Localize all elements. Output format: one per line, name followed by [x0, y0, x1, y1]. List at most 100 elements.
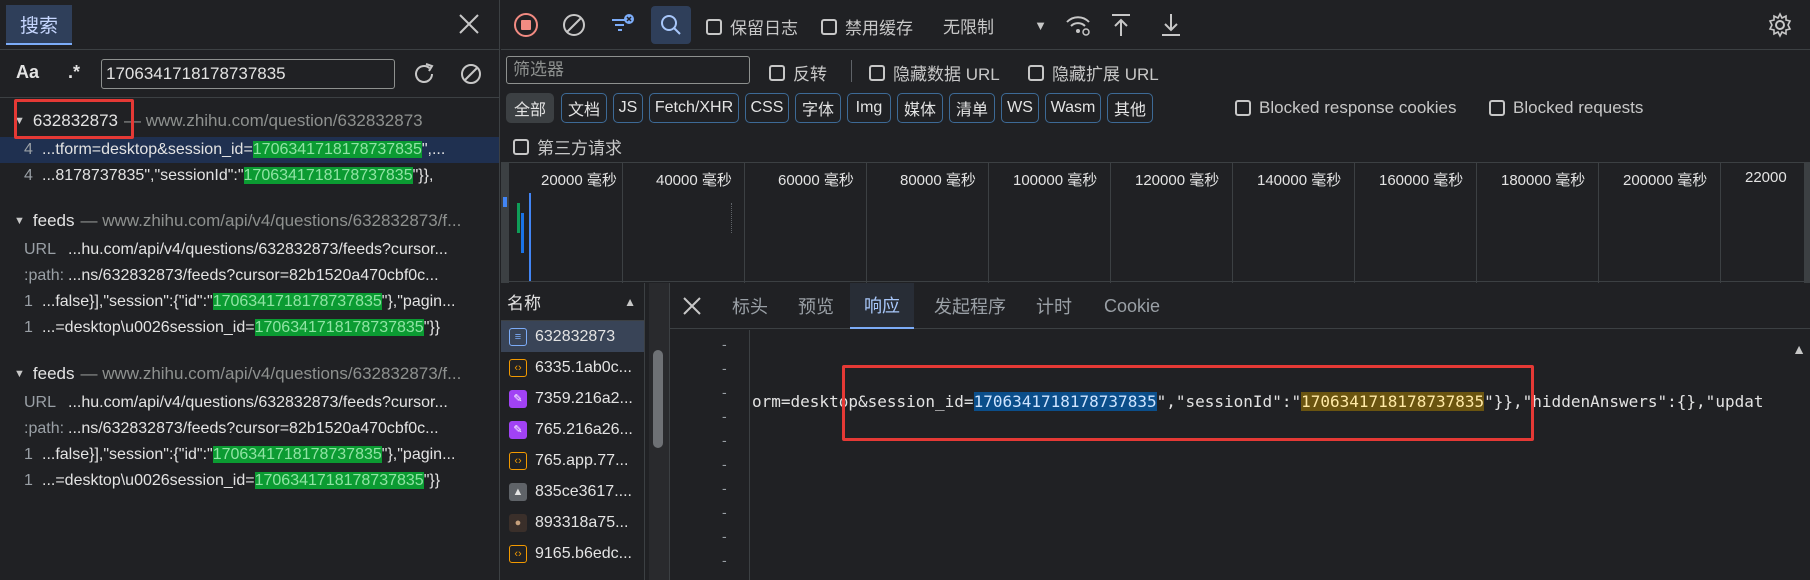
- match-row[interactable]: URL ...hu.com/api/v4/questions/632832873…: [0, 237, 499, 263]
- request-row[interactable]: ✎ 7359.216a2...: [501, 383, 644, 414]
- match-prefix: ...=desktop\u0026session_id=: [42, 472, 255, 489]
- record-stop-icon[interactable]: [511, 10, 541, 40]
- timeline-right-handle[interactable]: [1804, 163, 1810, 283]
- match-row[interactable]: 4 ...tform=desktop&session_id=1706341718…: [0, 137, 499, 163]
- match-row[interactable]: URL ...hu.com/api/v4/questions/632832873…: [0, 390, 499, 416]
- checkbox-box[interactable]: [821, 18, 837, 35]
- search-toggle-bg[interactable]: [651, 6, 691, 44]
- stylesheet-icon: ✎: [509, 389, 527, 408]
- type-filter-img[interactable]: Img: [847, 93, 891, 123]
- checkbox-box[interactable]: [1235, 100, 1251, 116]
- gutter-marker: -: [722, 336, 727, 352]
- close-icon[interactable]: [678, 292, 706, 320]
- checkbox-box[interactable]: [513, 138, 529, 155]
- checkbox-box[interactable]: [869, 64, 885, 81]
- expand-triangle-icon[interactable]: ▼: [14, 215, 25, 227]
- clear-log-icon[interactable]: [559, 10, 589, 40]
- match-row[interactable]: :path: ...ns/632832873/feeds?cursor=82b1…: [0, 416, 499, 442]
- match-row[interactable]: 1 ...=desktop\u0026session_id=1706341718…: [0, 315, 499, 341]
- network-conditions-icon[interactable]: [1063, 10, 1093, 40]
- third-party-requests-checkbox[interactable]: 第三方请求: [513, 134, 622, 159]
- tab-initiator[interactable]: 发起程序: [920, 283, 1020, 329]
- search-input[interactable]: [101, 59, 395, 89]
- result-group-header[interactable]: ▼ feeds — www.zhihu.com/api/v4/questions…: [0, 358, 499, 390]
- timeline-tick-label: 140000 毫秒: [1257, 172, 1342, 189]
- type-filter-all[interactable]: 全部: [506, 93, 554, 123]
- chevron-down-icon: ▼: [1034, 17, 1047, 33]
- match-row[interactable]: 4 ...8178737835","sessionId":"1706341718…: [0, 163, 499, 189]
- request-row[interactable]: ● 893318a75...: [501, 507, 644, 538]
- tab-cookies[interactable]: Cookie: [1090, 283, 1174, 329]
- checkbox-box[interactable]: [769, 64, 785, 81]
- request-row[interactable]: ‹› 765.app.77...: [501, 445, 644, 476]
- export-har-icon[interactable]: [1156, 10, 1186, 40]
- image-thumbnail-icon: ●: [509, 513, 527, 532]
- blocked-response-cookies-checkbox[interactable]: Blocked response cookies: [1235, 98, 1457, 118]
- clear-icon[interactable]: [457, 60, 485, 88]
- preserve-log-checkbox[interactable]: 保留日志: [706, 14, 798, 39]
- disable-cache-checkbox[interactable]: 禁用缓存: [821, 14, 913, 39]
- type-filter-other[interactable]: 其他: [1107, 93, 1153, 123]
- expand-triangle-icon[interactable]: ▼: [14, 368, 25, 380]
- request-row[interactable]: ▲ 835ce3617....: [501, 476, 644, 507]
- match-case-toggle[interactable]: Aa: [16, 62, 39, 83]
- match-row[interactable]: 1 ...=desktop\u0026session_id=1706341718…: [0, 468, 499, 494]
- sort-ascending-icon[interactable]: ▲: [624, 295, 636, 309]
- timeline-left-handle[interactable]: [501, 163, 509, 283]
- import-har-icon[interactable]: [1106, 10, 1136, 40]
- result-group-name: feeds: [32, 211, 75, 230]
- filter-input[interactable]: [506, 56, 750, 84]
- result-group: ▼ feeds — www.zhihu.com/api/v4/questions…: [0, 205, 499, 341]
- timeline-overview[interactable]: 20000 毫秒 40000 毫秒 60000 毫秒 80000 毫秒 1000…: [501, 162, 1810, 283]
- checkbox-box[interactable]: [1028, 64, 1044, 81]
- type-filter-manifest[interactable]: 清单: [949, 93, 995, 123]
- request-row[interactable]: ‹› 6335.1ab0c...: [501, 352, 644, 383]
- tab-response[interactable]: 响应: [850, 283, 914, 329]
- hide-data-url-checkbox[interactable]: 隐藏数据 URL: [869, 60, 1000, 85]
- tab-preview[interactable]: 预览: [784, 283, 848, 329]
- type-filter-doc[interactable]: 文档: [561, 93, 607, 123]
- match-text: ...=desktop\u0026session_id=170634171817…: [42, 472, 440, 490]
- close-icon[interactable]: [455, 10, 483, 38]
- request-name: 765.app.77...: [535, 451, 629, 469]
- type-filter-media[interactable]: 媒体: [897, 93, 943, 123]
- timeline-load-marker: [529, 193, 531, 281]
- checkbox-box[interactable]: [706, 18, 722, 35]
- request-row[interactable]: ✎ 765.216a26...: [501, 414, 644, 445]
- blocked-response-cookies-label: Blocked response cookies: [1259, 98, 1457, 117]
- hide-extension-url-checkbox[interactable]: 隐藏扩展 URL: [1028, 60, 1159, 85]
- tab-headers[interactable]: 标头: [718, 283, 782, 329]
- scroll-up-icon[interactable]: ▲: [1792, 341, 1806, 357]
- search-icon[interactable]: [657, 11, 685, 39]
- type-filter-wasm[interactable]: Wasm: [1045, 93, 1101, 123]
- filter-icon[interactable]: [607, 10, 637, 40]
- type-filter-js[interactable]: JS: [613, 93, 643, 123]
- blocked-requests-label: Blocked requests: [1513, 98, 1644, 117]
- type-filter-css[interactable]: CSS: [745, 93, 789, 123]
- gear-icon[interactable]: [1765, 10, 1795, 40]
- match-row[interactable]: :path: ...ns/632832873/feeds?cursor=82b1…: [0, 263, 499, 289]
- match-row[interactable]: 1 ...false}],"session":{"id":"1706341718…: [0, 442, 499, 468]
- request-row[interactable]: ≡ 632832873: [501, 321, 644, 352]
- regex-toggle[interactable]: .*: [68, 62, 80, 83]
- checkbox-box[interactable]: [1489, 100, 1505, 116]
- search-tab[interactable]: 搜索: [6, 5, 72, 45]
- match-text: ...8178737835","sessionId":"170634171817…: [42, 167, 433, 185]
- timeline-tick-label: 60000 毫秒: [778, 172, 854, 189]
- throttle-select[interactable]: 无限制 ▼: [939, 10, 1047, 40]
- type-filter-fetch-xhr[interactable]: Fetch/XHR: [649, 93, 739, 123]
- request-row[interactable]: ‹› 9165.b6edc...: [501, 538, 644, 569]
- blocked-requests-checkbox[interactable]: Blocked requests: [1489, 98, 1643, 118]
- refresh-icon[interactable]: [410, 60, 438, 88]
- type-filter-font[interactable]: 字体: [795, 93, 841, 123]
- scrollbar-thumb[interactable]: [653, 350, 663, 448]
- script-icon: ‹›: [509, 358, 527, 377]
- result-group-header[interactable]: ▼ feeds — www.zhihu.com/api/v4/questions…: [0, 205, 499, 237]
- line-number: 4: [24, 167, 33, 184]
- tab-timing[interactable]: 计时: [1022, 283, 1086, 329]
- invert-checkbox[interactable]: 反转: [769, 60, 827, 85]
- match-row[interactable]: 1 ...false}],"session":{"id":"1706341718…: [0, 289, 499, 315]
- hide-data-url-label: 隐藏数据 URL: [893, 65, 1000, 84]
- type-filter-ws[interactable]: WS: [1001, 93, 1039, 123]
- name-column-header[interactable]: 名称 ▲: [501, 283, 644, 321]
